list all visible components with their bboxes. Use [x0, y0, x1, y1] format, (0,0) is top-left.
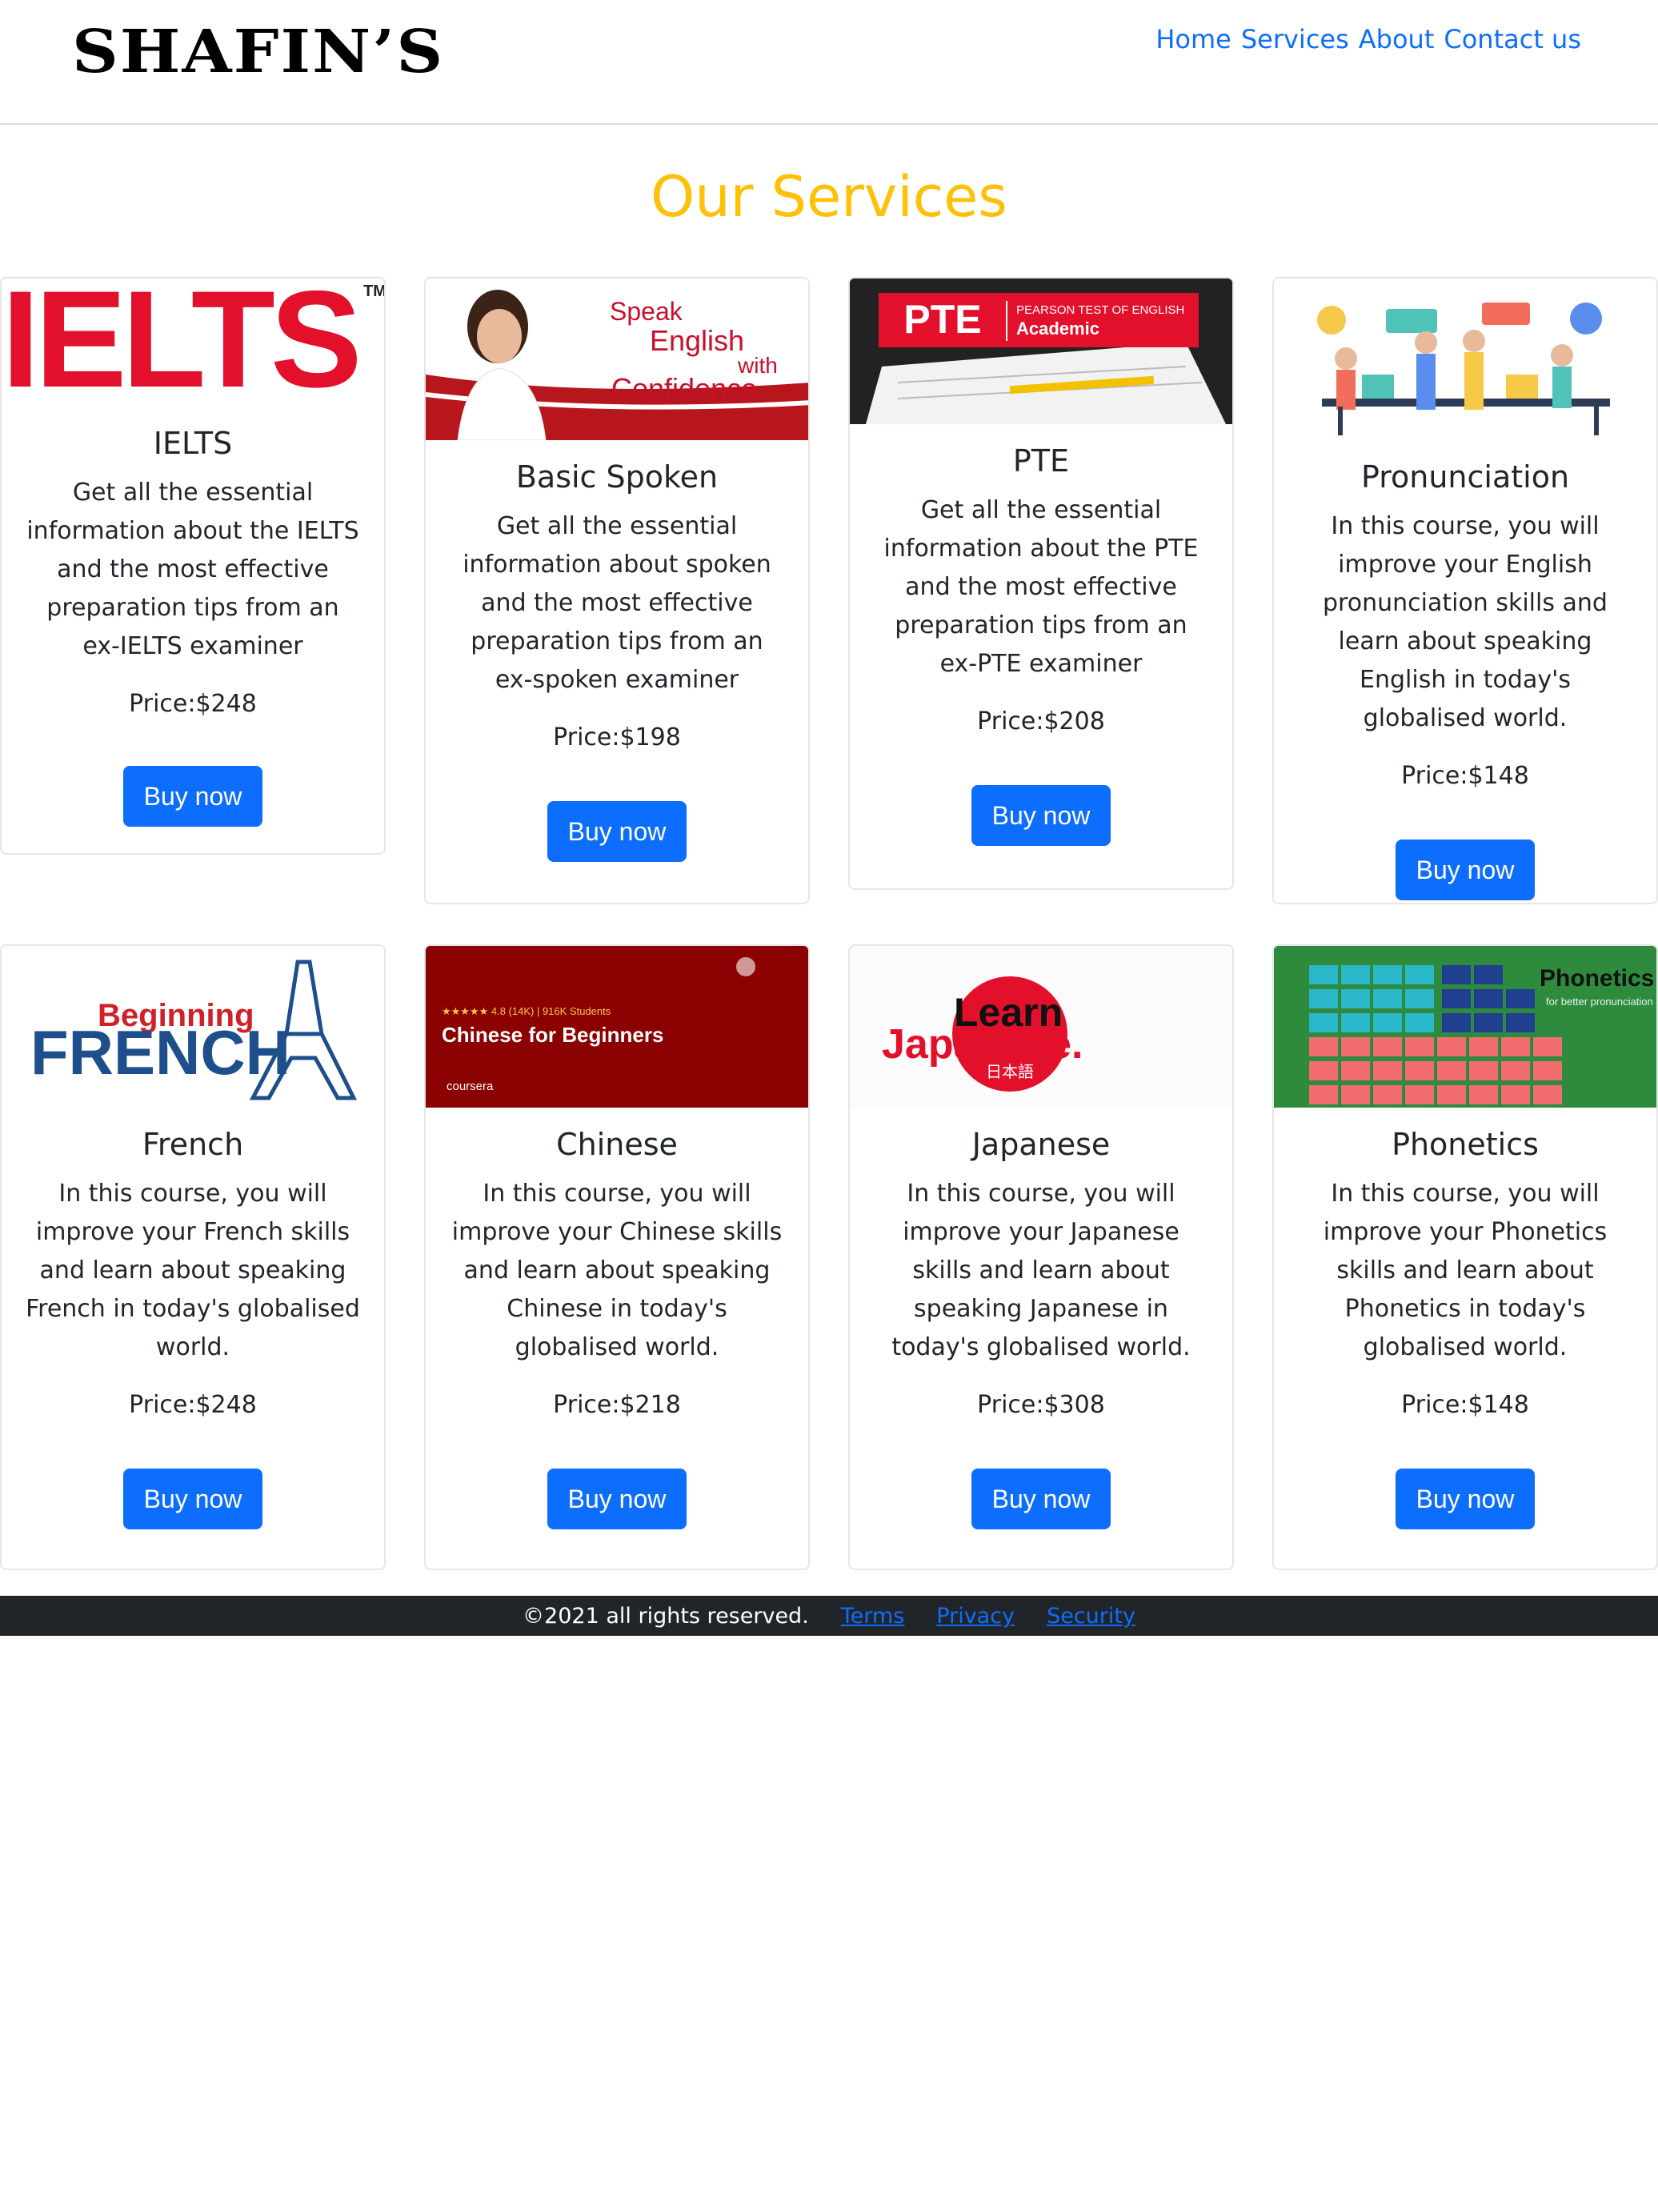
- card-price: Price:$248: [129, 1391, 257, 1419]
- ielts-image: IELTS TM: [2, 279, 384, 407]
- card-price: Price:$148: [1401, 762, 1529, 790]
- site-header: SHAFIN’S Home Services About Contact us: [0, 0, 1658, 125]
- pte-logo-text: PTE: [903, 297, 981, 342]
- footer-link-terms[interactable]: Terms: [841, 1604, 905, 1629]
- service-card-phonetics: Phonetics for better pronunciation & flu…: [1272, 944, 1658, 1570]
- service-card-chinese: ★★★★★ 4.8 (14K) | 916K Students Chinese …: [424, 944, 810, 1570]
- card-title: Japanese: [971, 1127, 1111, 1162]
- nav-contact[interactable]: Contact us: [1444, 24, 1581, 54]
- nav-home[interactable]: Home: [1155, 24, 1231, 54]
- service-card-french: Beginning FRENCH French In this course, …: [0, 944, 386, 1570]
- svg-text:coursera: coursera: [447, 1080, 494, 1093]
- footer-link-privacy[interactable]: Privacy: [936, 1604, 1015, 1629]
- buy-now-button[interactable]: Buy now: [1396, 1469, 1535, 1529]
- service-card-pronunciation: Pronunciation In this course, you will i…: [1272, 277, 1658, 904]
- card-title: Phonetics: [1392, 1127, 1539, 1162]
- svg-text:for better pronunciation & flu: for better pronunciation & fluency: [1546, 996, 1656, 1008]
- card-price: Price:$308: [977, 1391, 1105, 1419]
- service-card-basic-spoken: Speak English with Confidence Basic Spok…: [424, 277, 810, 904]
- card-title: Chinese: [556, 1127, 678, 1162]
- footer-link-security[interactable]: Security: [1047, 1604, 1135, 1629]
- pronunciation-image: [1274, 279, 1656, 440]
- svg-text:Chinese for Beginners: Chinese for Beginners: [442, 1023, 663, 1047]
- card-description: In this course, you will improve your Ch…: [451, 1180, 783, 1361]
- page-title: Our Services: [651, 164, 1007, 230]
- card-description: In this course, you will improve your En…: [1323, 512, 1608, 732]
- french-image: Beginning FRENCH: [2, 946, 384, 1108]
- site-footer: ©2021 all rights reserved. Terms Privacy…: [0, 1596, 1658, 1636]
- card-description: In this course, you will improve your Ja…: [891, 1180, 1191, 1361]
- svg-text:Academic: Academic: [1016, 319, 1099, 339]
- nav-services[interactable]: Services: [1241, 24, 1349, 54]
- card-description: Get all the essential information about …: [883, 496, 1199, 678]
- card-title: Pronunciation: [1360, 459, 1570, 495]
- footer-copyright: ©2021 all rights reserved.: [523, 1603, 809, 1629]
- svg-text:Speak: Speak: [610, 297, 683, 326]
- service-card-ielts: IELTS TM IELTS Get all the essential inf…: [0, 277, 386, 855]
- card-title: Basic Spoken: [515, 459, 719, 495]
- card-price: Price:$218: [553, 1391, 681, 1419]
- service-card-pte: PTE PEARSON TEST OF ENGLISH Academic PTE…: [848, 277, 1234, 890]
- japanese-image: Learn Japanese. 日本語: [850, 946, 1232, 1108]
- nav-about[interactable]: About: [1359, 24, 1435, 54]
- card-price: Price:$208: [977, 707, 1105, 735]
- spoken-image: Speak English with Confidence: [426, 279, 808, 440]
- card-title: French: [142, 1127, 244, 1162]
- svg-text:TM: TM: [363, 283, 384, 300]
- card-title: PTE: [1012, 443, 1070, 479]
- svg-text:Japanese.: Japanese.: [882, 1021, 1083, 1068]
- buy-now-button[interactable]: Buy now: [1396, 840, 1535, 900]
- svg-text:PEARSON TEST OF ENGLISH: PEARSON TEST OF ENGLISH: [1016, 303, 1184, 317]
- svg-text:English: English: [650, 324, 744, 357]
- chinese-image: ★★★★★ 4.8 (14K) | 916K Students Chinese …: [426, 946, 808, 1108]
- phonetics-image: Phonetics for better pronunciation & flu…: [1274, 946, 1656, 1108]
- card-price: Price:$248: [129, 690, 257, 718]
- buy-now-button[interactable]: Buy now: [971, 1469, 1111, 1529]
- card-title: IELTS: [153, 426, 233, 461]
- svg-text:Phonetics: Phonetics: [1540, 965, 1654, 992]
- site-logo[interactable]: SHAFIN’S: [72, 18, 444, 86]
- main-nav: Home Services About Contact us: [1155, 24, 1581, 54]
- card-price: Price:$148: [1401, 1391, 1529, 1419]
- svg-text:日本語: 日本語: [986, 1062, 1034, 1081]
- svg-text:★★★★★ 4.8 (14K) | 916K Student: ★★★★★ 4.8 (14K) | 916K Students: [442, 1005, 611, 1017]
- card-description: Get all the essential information about …: [463, 512, 771, 694]
- card-description: Get all the essential information about …: [26, 479, 359, 660]
- buy-now-button[interactable]: Buy now: [971, 785, 1111, 846]
- buy-now-button[interactable]: Buy now: [123, 1469, 262, 1529]
- service-card-japanese: Learn Japanese. 日本語 Japanese In this cou…: [848, 944, 1234, 1570]
- card-description: In this course, you will improve your Ph…: [1323, 1180, 1608, 1361]
- svg-text:Confidence: Confidence: [611, 372, 757, 405]
- buy-now-button[interactable]: Buy now: [547, 1469, 687, 1529]
- card-description: In this course, you will improve your Fr…: [26, 1180, 360, 1361]
- ielts-logo-text: IELTS: [2, 279, 358, 407]
- card-price: Price:$198: [553, 723, 681, 751]
- pte-image: PTE PEARSON TEST OF ENGLISH Academic: [850, 279, 1232, 424]
- buy-now-button[interactable]: Buy now: [123, 766, 262, 827]
- svg-text:FRENCH: FRENCH: [30, 1017, 290, 1088]
- buy-now-button[interactable]: Buy now: [547, 801, 687, 862]
